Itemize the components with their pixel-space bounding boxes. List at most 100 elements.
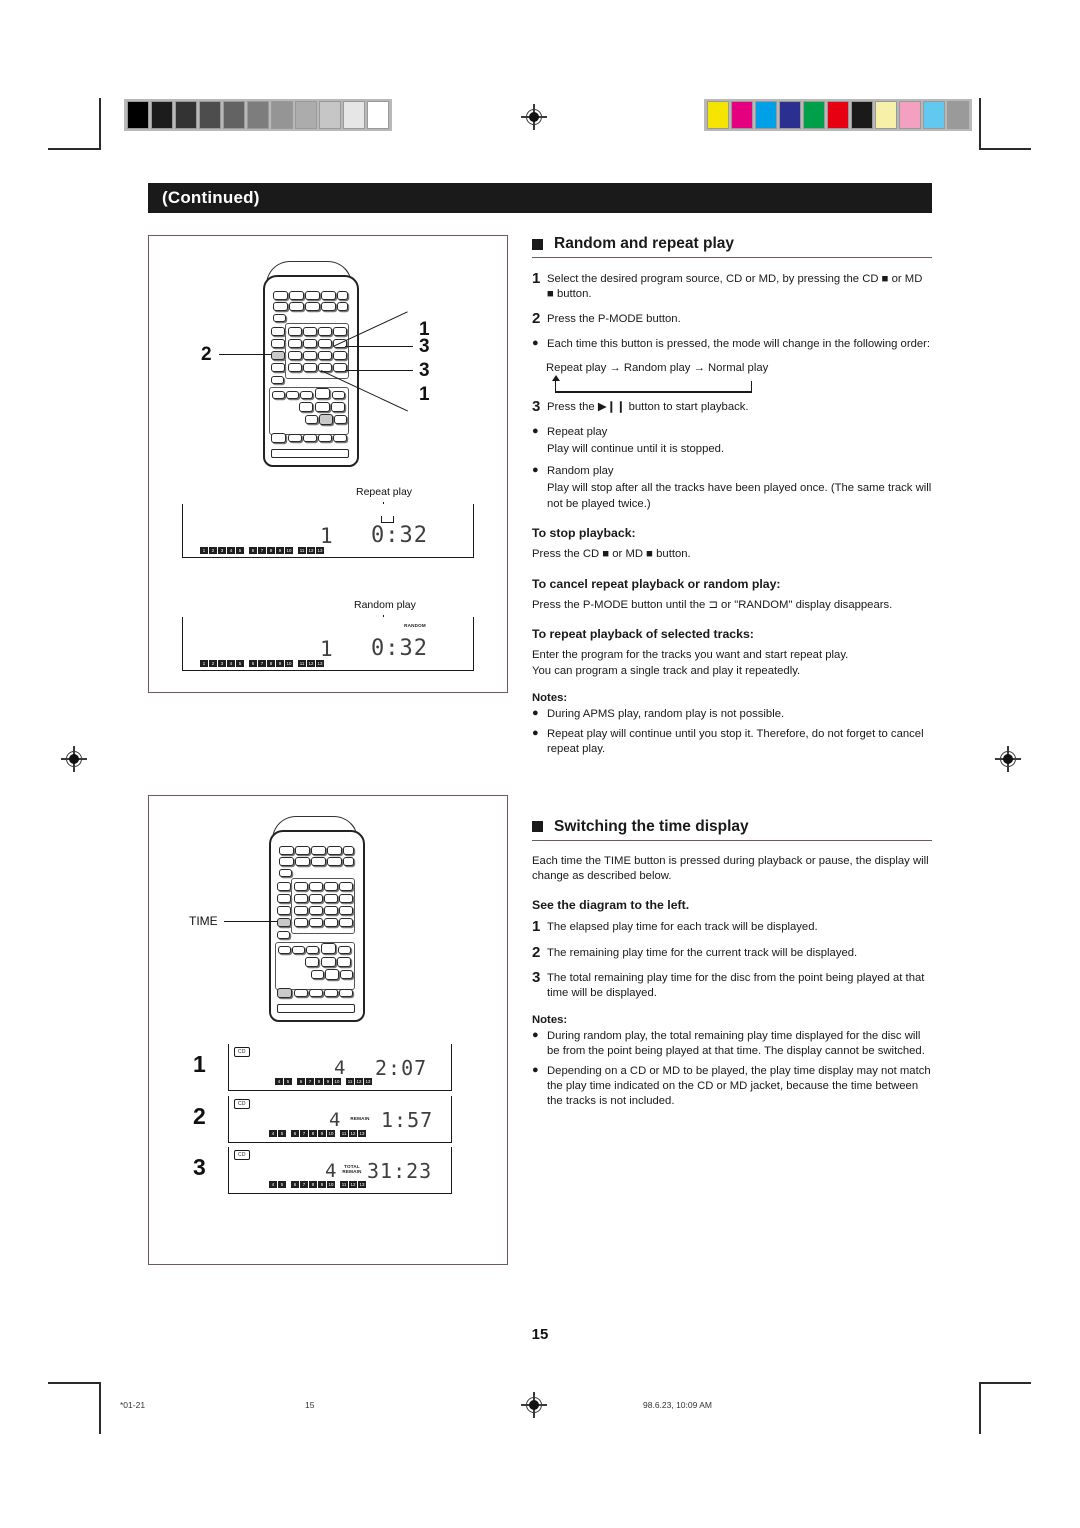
figure-box-remote-repeat: 1 3 3 1 2 Repeat play 1 0:32 1 2 3 4 5 6 7 8 9 10…: [148, 235, 508, 693]
calibration-swatch: [827, 101, 849, 129]
instruction-step: 1 Select the desired program source, CD …: [532, 271, 932, 302]
lcd-track-indicator-row: 1 2 3 4 5 6 7 8 9 10 11 12 13: [200, 547, 325, 554]
track-indicator: 10: [285, 547, 293, 554]
track-indicator: 5: [236, 660, 244, 667]
track-indicator: 10: [327, 1181, 335, 1188]
track-indicator: 4: [227, 547, 235, 554]
bullet-label: Repeat play: [547, 425, 608, 438]
callout-number-3-bottom: 3: [419, 360, 430, 381]
instruction-step: 2 Press the P-MODE button.: [532, 311, 932, 327]
crop-mark-top-right-vertical: [979, 98, 981, 150]
mode-cycle-text: Repeat play → Random play → Normal play: [546, 361, 769, 374]
track-indicator: 8: [309, 1130, 317, 1137]
track-indicator: 8: [315, 1078, 323, 1085]
registration-mark-right-middle: [995, 746, 1021, 772]
notes-heading: Notes:: [532, 1013, 568, 1026]
callout-number-1-bottom: 1: [419, 384, 430, 405]
track-indicator: 9: [276, 660, 284, 667]
lcd-display-elapsed-time: CD 4 2:07 4 5 6 7 8 9 10 11 12 13: [228, 1044, 452, 1091]
instruction-bullet: ● Each time this button is pressed, the …: [532, 336, 932, 352]
bullet-text: Each time this button is pressed, the mo…: [547, 338, 931, 351]
track-indicator: 13: [316, 660, 324, 667]
calibration-swatch: [779, 101, 801, 129]
callout-number-2: 2: [201, 344, 212, 365]
stop-playback-body: Press the CD ■ or MD ■ button.: [532, 548, 691, 561]
crop-mark-top-right-horizontal: [979, 148, 1031, 150]
registration-mark-top-center: [521, 104, 547, 130]
track-indicator: 12: [349, 1130, 357, 1137]
lcd-track-indicator-row: 4 5 6 7 8 9 10 11 12 13: [275, 1078, 373, 1085]
lcd-track-number: 1: [320, 524, 334, 548]
step-text: The elapsed play time for each track wil…: [547, 921, 818, 934]
bullet-marker: ●: [532, 464, 539, 477]
instruction-step: 3 Press the ▶❙❙ button to start playback…: [532, 397, 932, 415]
track-indicator: 7: [300, 1181, 308, 1188]
calibration-swatch: [151, 101, 173, 129]
note-item: ● Depending on a CD or MD to be played, …: [532, 1063, 932, 1109]
registration-mark-bottom-center: [521, 1392, 547, 1418]
track-indicator: 13: [316, 547, 324, 554]
track-indicator: 13: [364, 1078, 372, 1085]
lcd-source-tag-cd: CD: [234, 1047, 250, 1057]
lcd-mode-label-total-remain: TOTAL REMAIN: [342, 1164, 362, 1174]
step-number: 2: [532, 310, 541, 328]
bullet-body: Play will continue until it is stopped.: [547, 442, 725, 455]
section-bullet-square-icon: [532, 821, 543, 833]
section-divider-rule: [532, 257, 932, 258]
track-indicator: 6: [249, 660, 257, 667]
callout-leader-3-lower: [345, 370, 413, 372]
calibration-swatch: [223, 101, 245, 129]
section-title: Random and repeat play: [554, 235, 735, 252]
crop-mark-top-left-horizontal: [48, 148, 100, 150]
track-indicator: 4: [227, 660, 235, 667]
calibration-swatch: [271, 101, 293, 129]
remote-control-illustration-2: [261, 816, 371, 1022]
subheading-see-diagram: See the diagram to the left.: [532, 898, 690, 913]
section-heading-time-display: Switching the time display: [532, 818, 932, 836]
crop-mark-bottom-left-vertical: [99, 1382, 101, 1434]
track-indicator: 6: [249, 547, 257, 554]
lcd-time-value: 2:07: [375, 1056, 428, 1080]
calibration-swatch: [803, 101, 825, 129]
track-indicator: 11: [340, 1130, 348, 1137]
step-number: 1: [532, 270, 541, 287]
repeat-selected-body-1: Enter the program for the tracks you wan…: [532, 649, 849, 662]
figure2-step-number-3: 3: [193, 1154, 206, 1180]
bullet-body: Play will stop after all the tracks have…: [547, 482, 932, 510]
instruction-bullet: ● Random play: [532, 463, 932, 479]
repeat-indicator-icon: [381, 516, 394, 523]
track-indicator: 4: [275, 1078, 283, 1085]
note-text: During random play, the total remaining …: [547, 1029, 925, 1058]
lcd-display-track-remain: CD 4 REMAIN 1:57 4 5 6 7 8 9 10 11 12 13: [228, 1096, 452, 1143]
note-text: Repeat play will continue until you stop…: [547, 728, 924, 756]
random-indicator-label: RANDOM: [404, 623, 426, 628]
lcd-track-indicator-row: 1 2 3 4 5 6 7 8 9 10 11 12 13: [200, 660, 325, 667]
track-indicator: 5: [278, 1181, 286, 1188]
track-indicator: 10: [333, 1078, 341, 1085]
section-bullet-square-icon: [532, 238, 543, 250]
footer-left-code: *01-21: [120, 1400, 146, 1410]
step-number: 3: [532, 397, 541, 415]
bullet-label: Random play: [547, 465, 614, 478]
calibration-swatch: [247, 101, 269, 129]
repeat-selected-body-2: You can program a single track and play …: [532, 664, 801, 677]
callout-number-3-top: 3: [419, 336, 430, 357]
lcd-time-value: 0:32: [371, 523, 428, 548]
crop-mark-top-left-vertical: [99, 98, 101, 150]
bullet-marker: ●: [532, 424, 539, 437]
track-indicator: 9: [324, 1078, 332, 1085]
lcd-track-number: 4: [325, 1160, 338, 1182]
step-number: 1: [532, 918, 541, 936]
track-indicator: 7: [300, 1130, 308, 1137]
instruction-step: 3 The total remaining play time for the …: [532, 969, 932, 1001]
track-indicator: 10: [285, 660, 293, 667]
track-indicator: 11: [340, 1181, 348, 1188]
track-indicator: 12: [307, 547, 315, 554]
lcd-time-value: 0:32: [371, 636, 428, 661]
continued-label: (Continued): [162, 188, 260, 207]
page-content: (Continued) 1 3 3 1 2 Repeat play 1 0:32…: [148, 183, 932, 1265]
subheading-stop-playback: To stop playback:: [532, 526, 636, 541]
calibration-swatch: [367, 101, 389, 129]
step-text: The remaining play time for the current …: [547, 946, 858, 959]
lcd-time-value: 31:23: [367, 1159, 433, 1183]
